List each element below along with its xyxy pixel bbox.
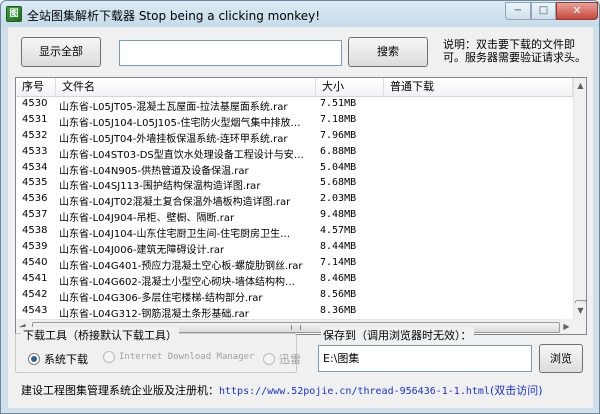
radio-xunlei-label: 迅雷: [279, 353, 301, 366]
row-size: 9.48MB: [320, 209, 357, 221]
row-number: 4532: [22, 129, 48, 141]
close-button[interactable]: ✕: [556, 2, 598, 20]
app-window: 图 全站图集解析下载器 Stop being a clicking monkey…: [0, 0, 600, 414]
radio-checked-icon[interactable]: [28, 353, 40, 365]
minimize-button[interactable]: −: [505, 2, 531, 20]
table-row[interactable]: 4531 山东省-L05J104-L05J105-住宅防火型烟气集中排放… 7.18…: [16, 113, 573, 129]
row-filename: 山东省-L04G401-预应力混凝土空心板-螺旋肋钢丝.rar: [59, 260, 303, 272]
table-row[interactable]: 4542 山东省-L04G306-多层住宅楼梯-结构部分.rar 8.56MB: [16, 288, 573, 304]
row-number: 4541: [22, 272, 48, 284]
row-number: 4539: [22, 241, 48, 253]
row-size: 6.88MB: [320, 145, 357, 157]
table-header: 序号 文件名 大小 普通下载: [16, 78, 573, 97]
radio-system-download[interactable]: 系统下载: [28, 351, 88, 367]
table-row[interactable]: 4543 山东省-L04G312-钢筋混凝土条形基础.rar 8.36MB: [16, 304, 573, 320]
save-path-field[interactable]: E:\图集: [318, 345, 532, 372]
row-size: 8.56MB: [320, 288, 357, 300]
row-filename: 山东省-L04J904-吊柜、壁橱、隔断.rar: [59, 213, 235, 225]
row-number: 4542: [22, 288, 48, 300]
file-table: 序号 文件名 大小 普通下载 4530 山东省-L05JT05-混凝土瓦屋面-拉法…: [15, 77, 587, 335]
table-row[interactable]: 4535 山东省-L04SJ113-围护结构保温构造详图.rar 5.68MB: [16, 176, 573, 192]
search-input[interactable]: [119, 40, 342, 66]
row-number: 4533: [22, 145, 48, 157]
save-to-label: 保存到（调用浏览器时无效）：: [321, 327, 474, 343]
row-size: 8.36MB: [320, 304, 357, 316]
table-row[interactable]: 4538 山东省-L04J104-山东住宅厨卫生间-住宅厨房卫生… 4.57MB: [16, 224, 573, 240]
footer-visit-hint[interactable]: (双击访问): [490, 384, 543, 397]
table-row[interactable]: 4541 山东省-L04G602-混凝土小型空心砌块-墙体结构构… 8.46MB: [16, 272, 573, 288]
row-size: 5.68MB: [320, 177, 357, 189]
scrollbar-corner: [573, 319, 586, 334]
app-icon: 图: [6, 6, 22, 22]
window-title: 全站图集解析下载器 Stop being a clicking monkey!: [27, 9, 321, 23]
search-button[interactable]: 搜索: [348, 37, 428, 67]
radio-idm[interactable]: Internet Download Manager: [103, 351, 254, 363]
table-body: 4530 山东省-L05JT05-混凝土瓦屋面-拉法基屋面系统.rar 7.51MB…: [16, 97, 573, 334]
row-size: 7.18MB: [320, 113, 357, 125]
maximize-button[interactable]: □: [531, 2, 556, 20]
row-size: 5.04MB: [320, 161, 357, 173]
column-header-number[interactable]: 序号: [16, 78, 56, 97]
row-size: 8.44MB: [320, 241, 357, 253]
radio-unchecked-icon[interactable]: [103, 351, 115, 363]
row-size: 4.57MB: [320, 225, 357, 237]
table-row[interactable]: 4533 山东省-L04ST03-DS型直饮水处理设备工程设计与安… 6.88MB: [16, 145, 573, 161]
row-number: 4538: [22, 225, 48, 237]
row-filename: 山东省-L04SJ113-围护结构保温构造详图.rar: [59, 181, 261, 193]
row-filename: 山东省-L04J006-建筑无障碍设计.rar: [59, 245, 225, 257]
table-row[interactable]: 4536 山东省-L04JT02混凝土复合保温外墙板构造详图.rar 2.03MB: [16, 192, 573, 208]
radio-unchecked-icon[interactable]: [263, 353, 275, 365]
table-row[interactable]: 4537 山东省-L04J904-吊柜、壁橱、隔断.rar 9.48MB: [16, 208, 573, 224]
row-size: 2.03MB: [320, 193, 357, 205]
row-number: 4531: [22, 113, 48, 125]
row-number: 4537: [22, 209, 48, 221]
row-number: 4530: [22, 98, 48, 109]
table-row[interactable]: 4539 山东省-L04J006-建筑无障碍设计.rar 8.44MB: [16, 240, 573, 256]
row-size: 7.51MB: [320, 98, 357, 109]
footer-link[interactable]: https://www.52pojie.cn/thread-956436-1-1…: [219, 386, 490, 397]
client-area: 显示全部 搜索 说明：双击要下载的文件即可。服务器需要验证请求头。 序号 文件名…: [8, 27, 593, 408]
table-row[interactable]: 4532 山东省-L05JT04-外墙挂板保温系统-连环甲系统.rar 7.96MB: [16, 129, 573, 145]
radio-xunlei[interactable]: 迅雷: [263, 351, 301, 367]
column-header-size[interactable]: 大小: [316, 78, 384, 97]
table-row[interactable]: 4534 山东省-L04N905-供热管道及设备保温.rar 5.04MB: [16, 161, 573, 177]
radio-system-download-label: 系统下载: [44, 353, 88, 366]
footer-info: 建设工程图集管理系统企业版及注册机：https://www.52pojie.cn…: [21, 382, 543, 398]
row-number: 4540: [22, 256, 48, 268]
vertical-scrollbar[interactable]: ▲ ▼: [573, 78, 586, 319]
scroll-right-icon[interactable]: ▶: [560, 319, 573, 334]
row-size: 7.14MB: [320, 256, 357, 268]
row-filename: 山东省-L04N905-供热管道及设备保温.rar: [59, 165, 249, 177]
browse-button[interactable]: 浏览: [539, 344, 583, 373]
show-all-button[interactable]: 显示全部: [21, 37, 101, 67]
radio-idm-label: Internet Download Manager: [119, 352, 255, 362]
row-filename: 山东省-L04G306-多层住宅楼梯-结构部分.rar: [59, 292, 263, 304]
row-filename: 山东省-L04G312-钢筋混凝土条形基础.rar: [59, 308, 249, 320]
row-size: 7.96MB: [320, 129, 357, 141]
row-number: 4535: [22, 177, 48, 189]
row-filename: 山东省-L05JT05-混凝土瓦屋面-拉法基屋面系统.rar: [59, 102, 288, 113]
scroll-down-icon[interactable]: ▼: [574, 303, 586, 319]
row-filename: 山东省-L04ST03-DS型直饮水处理设备工程设计与安…: [59, 149, 304, 161]
row-filename: 山东省-L05J104-L05J105-住宅防火型烟气集中排放…: [59, 117, 301, 129]
footer-text: 建设工程图集管理系统企业版及注册机：: [21, 384, 219, 397]
instructions-note: 说明：双击要下载的文件即可。服务器需要验证请求头。: [443, 38, 586, 64]
row-filename: 山东省-L04J104-山东住宅厨卫生间-住宅厨房卫生…: [59, 229, 291, 241]
row-number: 4534: [22, 161, 48, 173]
row-number: 4543: [22, 304, 48, 316]
column-header-download[interactable]: 普通下载: [384, 78, 573, 97]
row-number: 4536: [22, 193, 48, 205]
row-filename: 山东省-L04G602-混凝土小型空心砌块-墙体结构构…: [59, 276, 295, 288]
scroll-up-icon[interactable]: ▲: [574, 78, 586, 94]
table-row[interactable]: 4530 山东省-L05JT05-混凝土瓦屋面-拉法基屋面系统.rar 7.51MB: [16, 97, 573, 113]
column-header-filename[interactable]: 文件名: [56, 78, 316, 97]
table-row[interactable]: 4540 山东省-L04G401-预应力混凝土空心板-螺旋肋钢丝.rar 7.14M…: [16, 256, 573, 272]
row-filename: 山东省-L05JT04-外墙挂板保温系统-连环甲系统.rar: [59, 133, 288, 145]
title-bar[interactable]: 图 全站图集解析下载器 Stop being a clicking monkey…: [1, 1, 599, 27]
download-tool-label: 下载工具（桥接默认下载工具）: [21, 327, 179, 343]
row-filename: 山东省-L04JT02混凝土复合保温外墙板构造详图.rar: [59, 197, 291, 209]
row-size: 8.46MB: [320, 272, 357, 284]
